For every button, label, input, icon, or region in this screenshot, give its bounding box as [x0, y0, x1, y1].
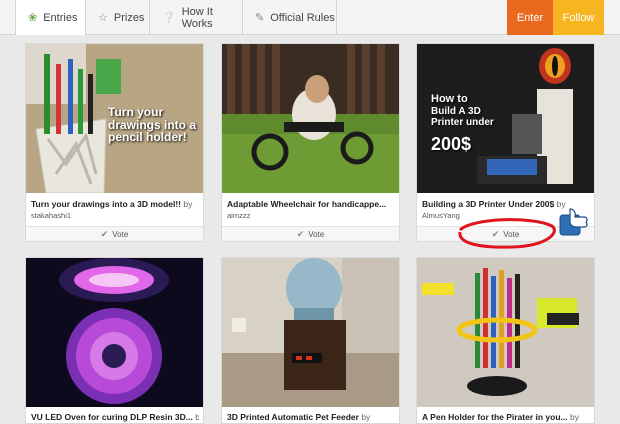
check-icon: ✔: [100, 228, 109, 239]
entry-title[interactable]: Turn your drawings into a 3D model!! by: [31, 199, 199, 209]
top-nav-bar: ❀ Entries ☆ Prizes ❔ How It Works ✎ Offi…: [0, 0, 620, 35]
tab-prizes[interactable]: ☆ Prizes: [86, 0, 150, 35]
tab-prizes-label: Prizes: [113, 11, 145, 24]
thumbs-up-icon: [559, 208, 588, 236]
entry-author[interactable]: aimzzz: [227, 211, 250, 220]
entry-thumbnail[interactable]: [222, 44, 399, 193]
thumbnail-caption-line2: Build A 3D Printer under: [431, 106, 494, 128]
entry-card[interactable]: Turn your drawings into a pencil holder!…: [25, 43, 204, 242]
follow-button[interactable]: Follow: [553, 0, 604, 35]
tab-official-rules-label: Official Rules: [270, 11, 335, 24]
tab-official-rules[interactable]: ✎ Official Rules: [243, 0, 337, 35]
pet-feeder-image: [222, 258, 399, 407]
trophy-icon: ☆: [98, 12, 108, 24]
entry-title[interactable]: A Pen Holder for the Pirater in you... b…: [422, 412, 590, 422]
check-icon: ✔: [296, 228, 305, 239]
annotation-circle: [458, 218, 556, 249]
entry-card[interactable]: VU LED Oven for curing DLP Resin 3D... b…: [25, 257, 204, 424]
entry-card[interactable]: A Pen Holder for the Pirater in you... b…: [416, 257, 595, 424]
thumbnail-caption-line1: How to: [431, 93, 468, 105]
entry-thumbnail[interactable]: Turn your drawings into a pencil holder!: [26, 44, 203, 193]
tab-entries[interactable]: ❀ Entries: [15, 0, 86, 35]
vote-label: Vote: [112, 229, 129, 239]
entry-card[interactable]: 3D Printed Automatic Pet Feeder by: [221, 257, 400, 424]
entry-title[interactable]: Adaptable Wheelchair for handicappe...: [227, 199, 395, 209]
leaf-icon: ❀: [28, 12, 38, 24]
entry-card[interactable]: Adaptable Wheelchair for handicappe... a…: [221, 43, 400, 242]
question-icon: ❔: [162, 12, 176, 24]
entry-thumbnail[interactable]: [222, 258, 399, 407]
wheelchair-dog-image: [222, 44, 399, 193]
led-oven-image: [26, 258, 203, 407]
pencil-icon: ✎: [255, 12, 265, 24]
thumbnail-caption-line3: 200$: [431, 134, 472, 154]
thumbnail-caption: Turn your drawings into a pencil holder!: [108, 105, 197, 145]
entry-thumbnail[interactable]: [26, 258, 203, 407]
tab-how-it-works[interactable]: ❔ How It Works: [150, 0, 243, 35]
entry-author[interactable]: stakahashi1: [31, 211, 71, 220]
enter-button[interactable]: Enter: [507, 0, 553, 35]
entry-title[interactable]: 3D Printed Automatic Pet Feeder by: [227, 412, 395, 422]
tab-entries-label: Entries: [43, 11, 78, 24]
entry-title[interactable]: VU LED Oven for curing DLP Resin 3D... b…: [31, 412, 199, 422]
pen-holder-image: [417, 258, 594, 407]
vote-label: Vote: [308, 229, 325, 239]
vote-button[interactable]: ✔ Vote: [222, 226, 399, 241]
tab-how-it-works-label: How It Works: [181, 5, 213, 30]
entry-thumbnail[interactable]: [417, 258, 594, 407]
entry-thumbnail[interactable]: How to Build A 3D Printer under 200$: [417, 44, 594, 193]
vote-button[interactable]: ✔ Vote: [26, 226, 203, 241]
